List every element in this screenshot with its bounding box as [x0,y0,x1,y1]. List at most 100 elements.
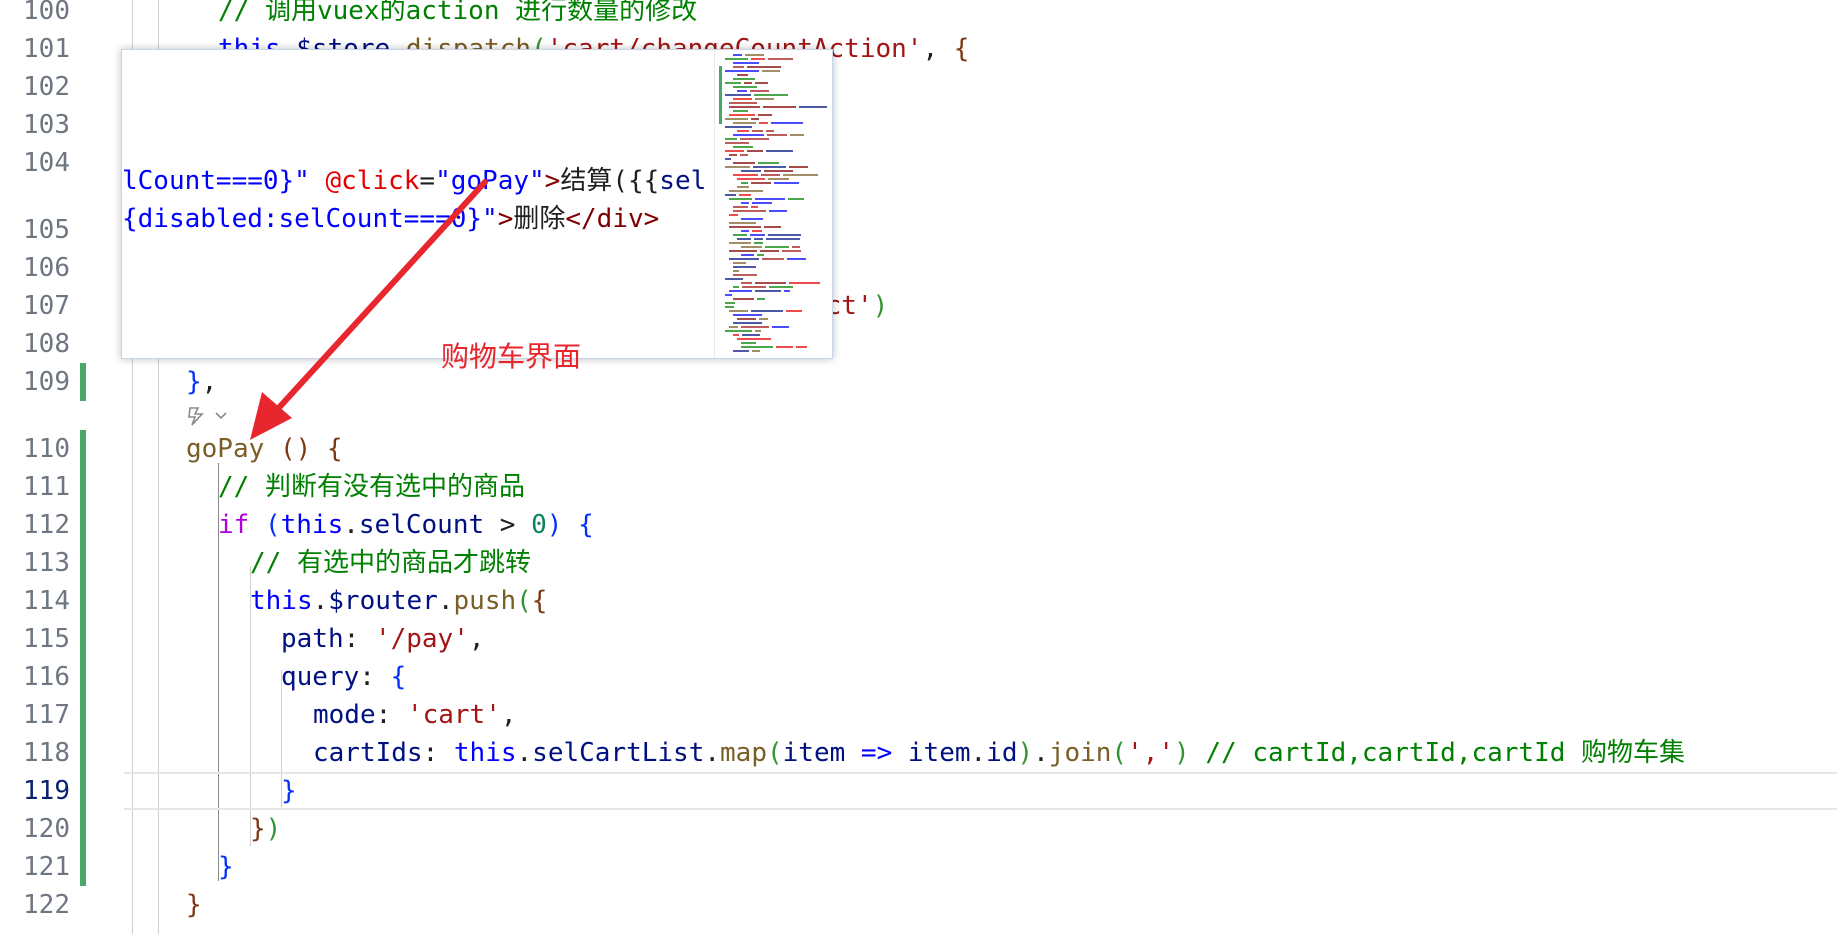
code-line[interactable]: 110 goPay () { [0,430,1837,468]
code-token: { [953,34,970,64]
code-line[interactable]: 115 path: '/pay', [0,620,1837,658]
code-token: ) [265,814,282,844]
minimap-code-bar [729,242,751,244]
minimap-code-bar [757,298,765,300]
minimap-code-bar [786,310,802,312]
gutter-change-marker[interactable] [80,696,86,734]
minimap-code-bar [761,174,780,176]
minimap-code-bar [741,282,752,284]
minimap-code-bar [729,226,761,228]
code-token: , [500,700,517,730]
code-line[interactable]: 100 // 调用vuex的action 进行数量的修改 [0,0,1837,30]
code-line[interactable]: 114 this.$router.push({ [0,582,1837,620]
minimap-code-bar [796,346,807,348]
gutter-change-marker[interactable] [80,810,86,848]
minimap-code-bar [792,246,800,248]
code-token: map [720,738,767,768]
code-text: // 有选中的商品才跳转 [250,544,531,582]
code-line[interactable]: 119} [0,772,1837,810]
code-line[interactable]: 120}) [0,810,1837,848]
code-token: goPay [186,434,265,464]
minimap-code-bar [762,258,784,260]
minimap-code-bar [733,62,759,64]
minimap-code-bar [733,234,747,236]
code-token: : [422,738,454,768]
code-text: cartIds: this.selCartList.map(item => it… [313,734,1685,772]
code-token: ) [1174,738,1190,768]
minimap-code-bar [759,318,768,320]
popup-code-token [310,166,326,196]
code-token: ( [264,510,281,540]
gutter-change-marker[interactable] [80,506,86,544]
minimap-code-bar [757,254,764,256]
line-number: 101 [23,34,70,64]
line-number: 104 [23,148,70,178]
minimap-code-bar [759,122,768,124]
line-number: 116 [23,662,70,692]
minimap-code-bar [755,82,768,84]
minimap-code-bar [725,166,750,168]
minimap-code-bar [750,234,765,236]
minimap-code-bar [725,138,737,140]
code-line[interactable]: 116 query: { [0,658,1837,696]
code-text: query: { [281,658,406,696]
gutter-change-marker[interactable] [80,582,86,620]
minimap-code-bar [737,338,771,340]
minimap-code-bar [747,150,763,152]
gutter-change-marker[interactable] [80,848,86,886]
code-line[interactable]: 121} [0,848,1837,886]
gutter-change-marker[interactable] [80,620,86,658]
minimap-code-bar [755,290,781,292]
line-number: 122 [23,890,70,920]
code-line[interactable]: 112 if (this.selCount > 0) { [0,506,1837,544]
code-token: => [860,738,893,768]
code-token: ) [1017,738,1034,768]
code-line[interactable]: 117 mode: 'cart', [0,696,1837,734]
code-token: { [531,586,548,616]
code-token: . [970,738,987,768]
minimap-code-bar [762,70,780,72]
code-token: , [468,624,485,654]
minimap-code-bar [733,350,749,352]
gutter-change-marker[interactable] [80,734,86,772]
minimap-code-bar [790,134,804,136]
gutter-change-marker[interactable] [80,658,86,696]
line-number: 111 [23,472,70,502]
minimap-code-bar [733,314,762,316]
code-token: id [986,738,1018,768]
minimap-code-bar [733,274,757,276]
gutter-change-marker[interactable] [80,544,86,582]
gutter-change-marker[interactable] [80,363,86,401]
code-line[interactable]: 113 // 有选中的商品才跳转 [0,544,1837,582]
minimap-code-bar [733,298,754,300]
gutter-change-marker[interactable] [80,430,86,468]
gutter-change-marker[interactable] [80,772,86,810]
minimap-code-bar [741,170,761,172]
code-line[interactable]: 122} [0,886,1837,924]
minimap-code-bar [741,326,769,328]
minimap-code-bar [733,98,752,100]
code-text: } [218,848,234,886]
peek-preview-popup[interactable]: lCount===0}" @click="goPay">结算({{sel {di… [121,49,833,359]
code-line[interactable]: 118 cartIds: this.selCartList.map(item =>… [0,734,1837,772]
minimap-code-bar [789,166,808,168]
code-text: } [186,886,202,924]
minimap-code-bar [729,114,755,116]
gutter-change-marker[interactable] [80,468,86,506]
code-token: . [437,586,454,616]
codelens-icon[interactable] [186,404,232,428]
code-token: { [390,662,407,692]
minimap-code-bar [765,246,789,248]
code-token: { [578,510,594,540]
minimap[interactable] [714,50,832,358]
minimap-code-bar [745,54,764,56]
minimap-code-bar [766,150,793,152]
code-line[interactable]: 111 // 判断有没有选中的商品 [0,468,1837,506]
code-token: { [326,434,343,464]
code-line[interactable]: 109}, [0,363,1837,401]
code-token: ( [516,586,532,616]
minimap-code-bar [737,186,749,188]
